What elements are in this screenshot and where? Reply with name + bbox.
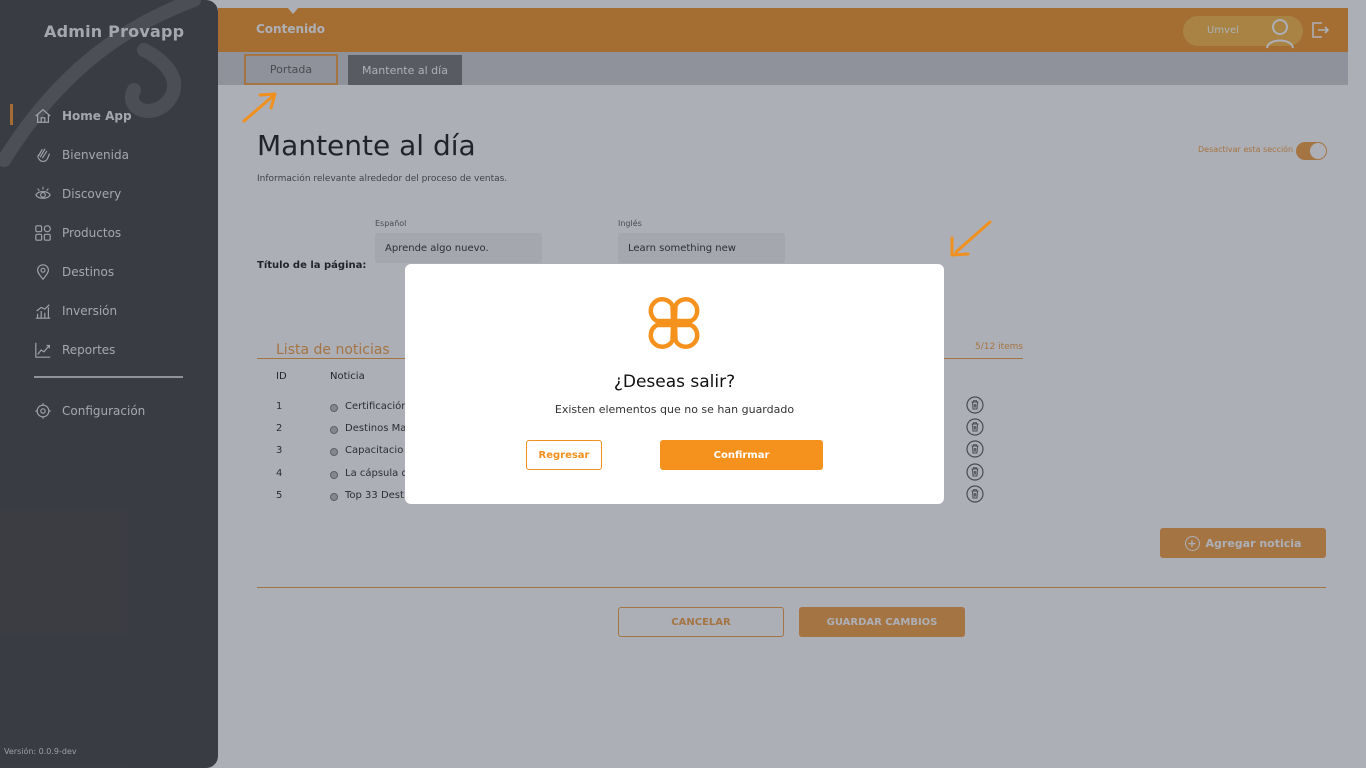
dialog-title: ¿Deseas salir? xyxy=(613,372,736,392)
annotation-arrow-icon xyxy=(950,220,992,257)
exit-confirm-dialog: ¿Deseas salir? Existen elementos que no … xyxy=(405,264,944,504)
dialog-message: Existen elementos que no se han guardado xyxy=(554,403,795,416)
annotation-arrow-icon xyxy=(242,92,277,123)
back-button[interactable]: Regresar xyxy=(526,440,602,470)
clover-logo-icon xyxy=(648,297,700,349)
confirm-button[interactable]: Confirmar xyxy=(660,440,823,470)
